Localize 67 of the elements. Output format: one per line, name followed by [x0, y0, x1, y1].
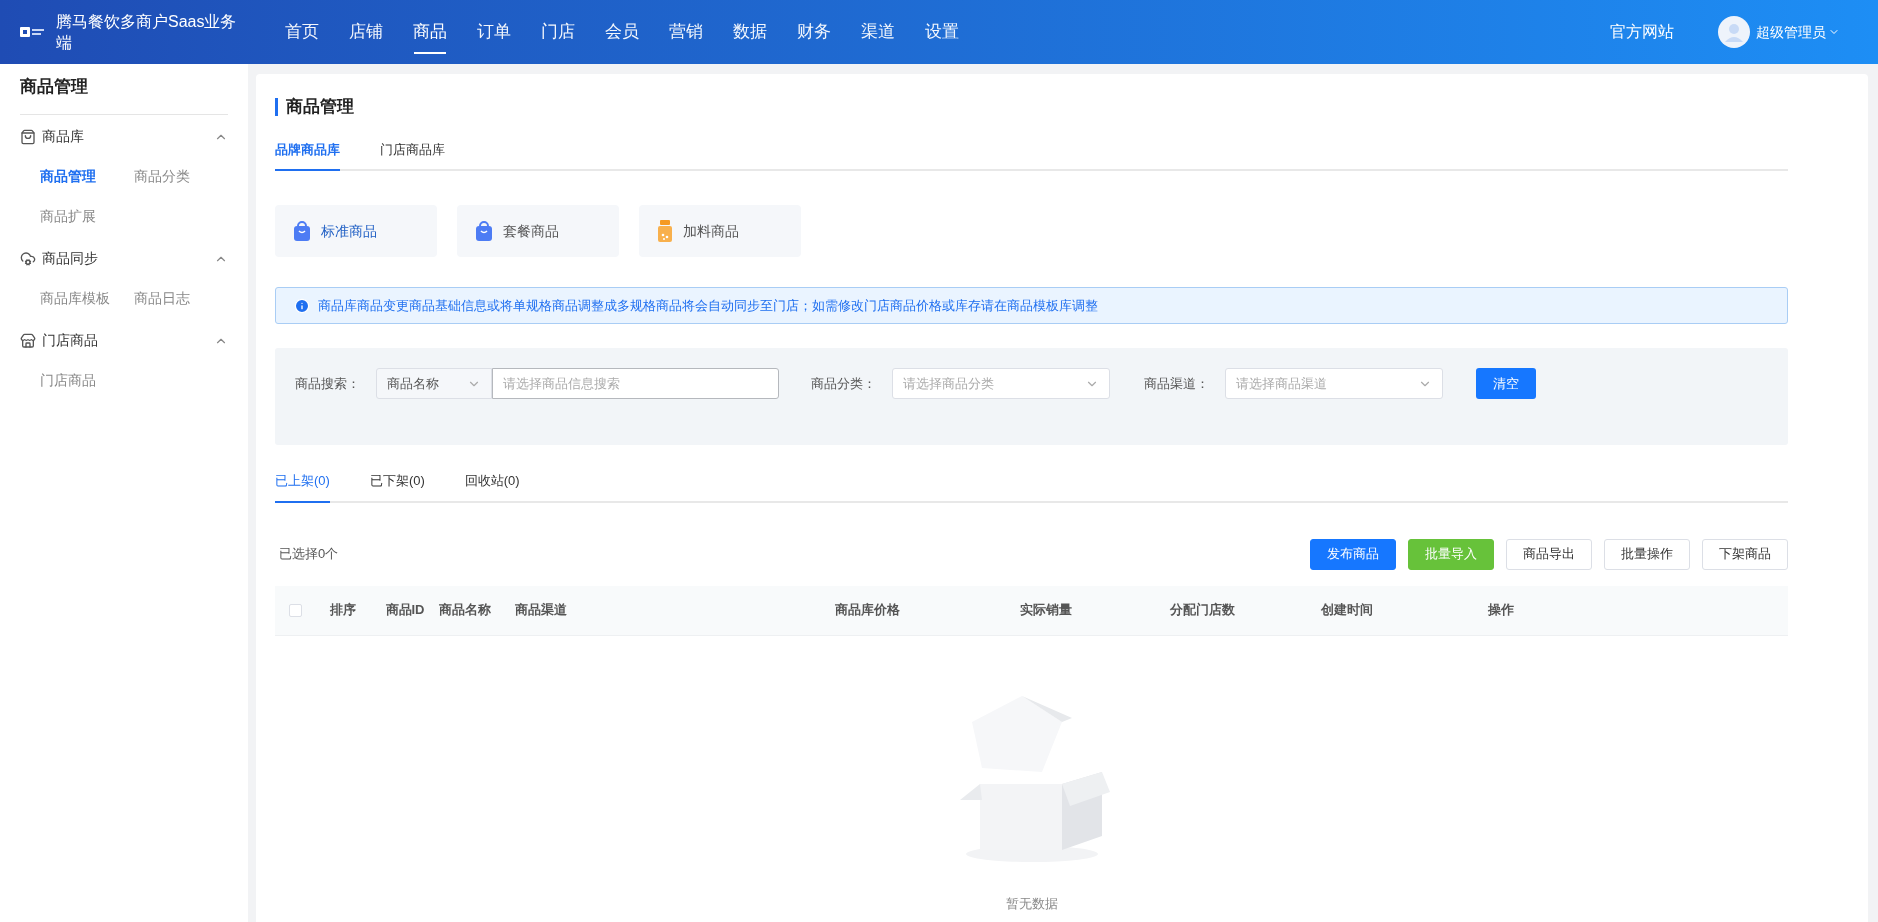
nav-tab[interactable]: 商品 [398, 0, 462, 64]
info-icon [294, 297, 310, 314]
column-header: 实际销量 [1020, 602, 1072, 618]
logo-icon [20, 25, 46, 39]
filter-label: 商品搜索： [295, 374, 360, 393]
sidebar-group[interactable]: 门店商品 [20, 320, 228, 361]
website-link[interactable]: 官方网站 [1610, 20, 1674, 44]
clear-button[interactable]: 清空 [1476, 368, 1536, 399]
library-tab[interactable]: 品牌商品库 [275, 139, 340, 171]
bag-icon [475, 221, 493, 241]
sidebar-item[interactable]: 商品管理 [40, 156, 134, 197]
nav-tab[interactable]: 渠道 [846, 0, 910, 64]
sidebar-group[interactable]: 商品同步 [20, 238, 228, 279]
filter-label: 商品分类： [811, 374, 876, 393]
select-all-checkbox[interactable] [288, 603, 302, 617]
nav-tab[interactable]: 首页 [270, 0, 334, 64]
sidebar-item[interactable]: 商品分类 [134, 156, 228, 197]
sidebar-item[interactable]: 商品扩展 [40, 196, 134, 237]
cloud-icon [20, 250, 36, 267]
filter-label: 商品渠道： [1144, 374, 1209, 393]
sidebar-item[interactable]: 商品库模板 [40, 278, 134, 319]
column-header: 商品名称 [439, 602, 491, 618]
sidebar-group[interactable]: 商品库 [20, 116, 228, 157]
nav-tab[interactable]: 营销 [654, 0, 718, 64]
search-type-select[interactable]: 商品名称 [376, 368, 492, 399]
column-header: 商品渠道 [515, 602, 567, 618]
sidebar-item[interactable]: 门店商品 [40, 360, 134, 401]
page-title: 商品管理 [286, 96, 354, 118]
status-tab[interactable]: 已上架(0) [275, 471, 330, 503]
product-type-card[interactable]: 套餐商品 [457, 205, 619, 257]
action-button[interactable]: 下架商品 [1702, 538, 1788, 570]
search-field[interactable]: 请选择商品信息搜索 [492, 368, 779, 399]
nav-tab[interactable]: 数据 [718, 0, 782, 64]
column-header: 商品库价格 [834, 602, 900, 618]
product-type-card[interactable]: 标准商品 [275, 205, 437, 257]
product-type-card[interactable]: 加料商品 [639, 205, 801, 257]
empty-text: 暂无数据 [1005, 894, 1058, 913]
action-button[interactable]: 商品导出 [1506, 538, 1592, 570]
user-menu[interactable]: 超级管理员 [1756, 21, 1840, 43]
sidebar-title: 商品管理 [20, 64, 228, 115]
action-button[interactable]: 发布商品 [1310, 538, 1396, 570]
column-header: 创建时间 [1321, 602, 1373, 618]
action-button[interactable]: 批量操作 [1604, 538, 1690, 570]
avatar-icon [1718, 16, 1750, 48]
nav-tab[interactable]: 设置 [910, 0, 974, 64]
jar-icon [657, 220, 673, 242]
column-header: 分配门店数 [1169, 602, 1235, 618]
status-tab[interactable]: 已下架(0) [369, 471, 425, 503]
nav-tab[interactable]: 会员 [590, 0, 654, 64]
app-title: 腾马餐饮多商户Saas业务端 [56, 12, 238, 53]
bag-icon [293, 221, 311, 241]
bag-icon [20, 128, 36, 145]
nav-tab[interactable]: 财务 [782, 0, 846, 64]
title-accent [275, 97, 278, 116]
library-tab[interactable]: 门店商品库 [380, 139, 445, 171]
column-header: 商品ID [385, 602, 425, 618]
active-indicator [414, 52, 446, 54]
status-tab[interactable]: 回收站(0) [464, 471, 520, 503]
alert-text: 商品库商品变更商品基础信息或将单规格商品调整成多规格商品将会自动同步至门店；如需修改门店商品价格或库存请在商品模板库调整 [318, 296, 1098, 315]
nav-tab[interactable]: 店铺 [334, 0, 398, 64]
column-header: 操作 [1488, 602, 1514, 618]
nav-tab[interactable]: 订单 [462, 0, 526, 64]
store-icon [20, 332, 36, 349]
selected-count: 已选择0个 [279, 545, 340, 564]
column-header: 排序 [330, 602, 356, 618]
sidebar-item[interactable]: 商品日志 [134, 278, 228, 319]
nav-tab[interactable]: 门店 [526, 0, 590, 64]
